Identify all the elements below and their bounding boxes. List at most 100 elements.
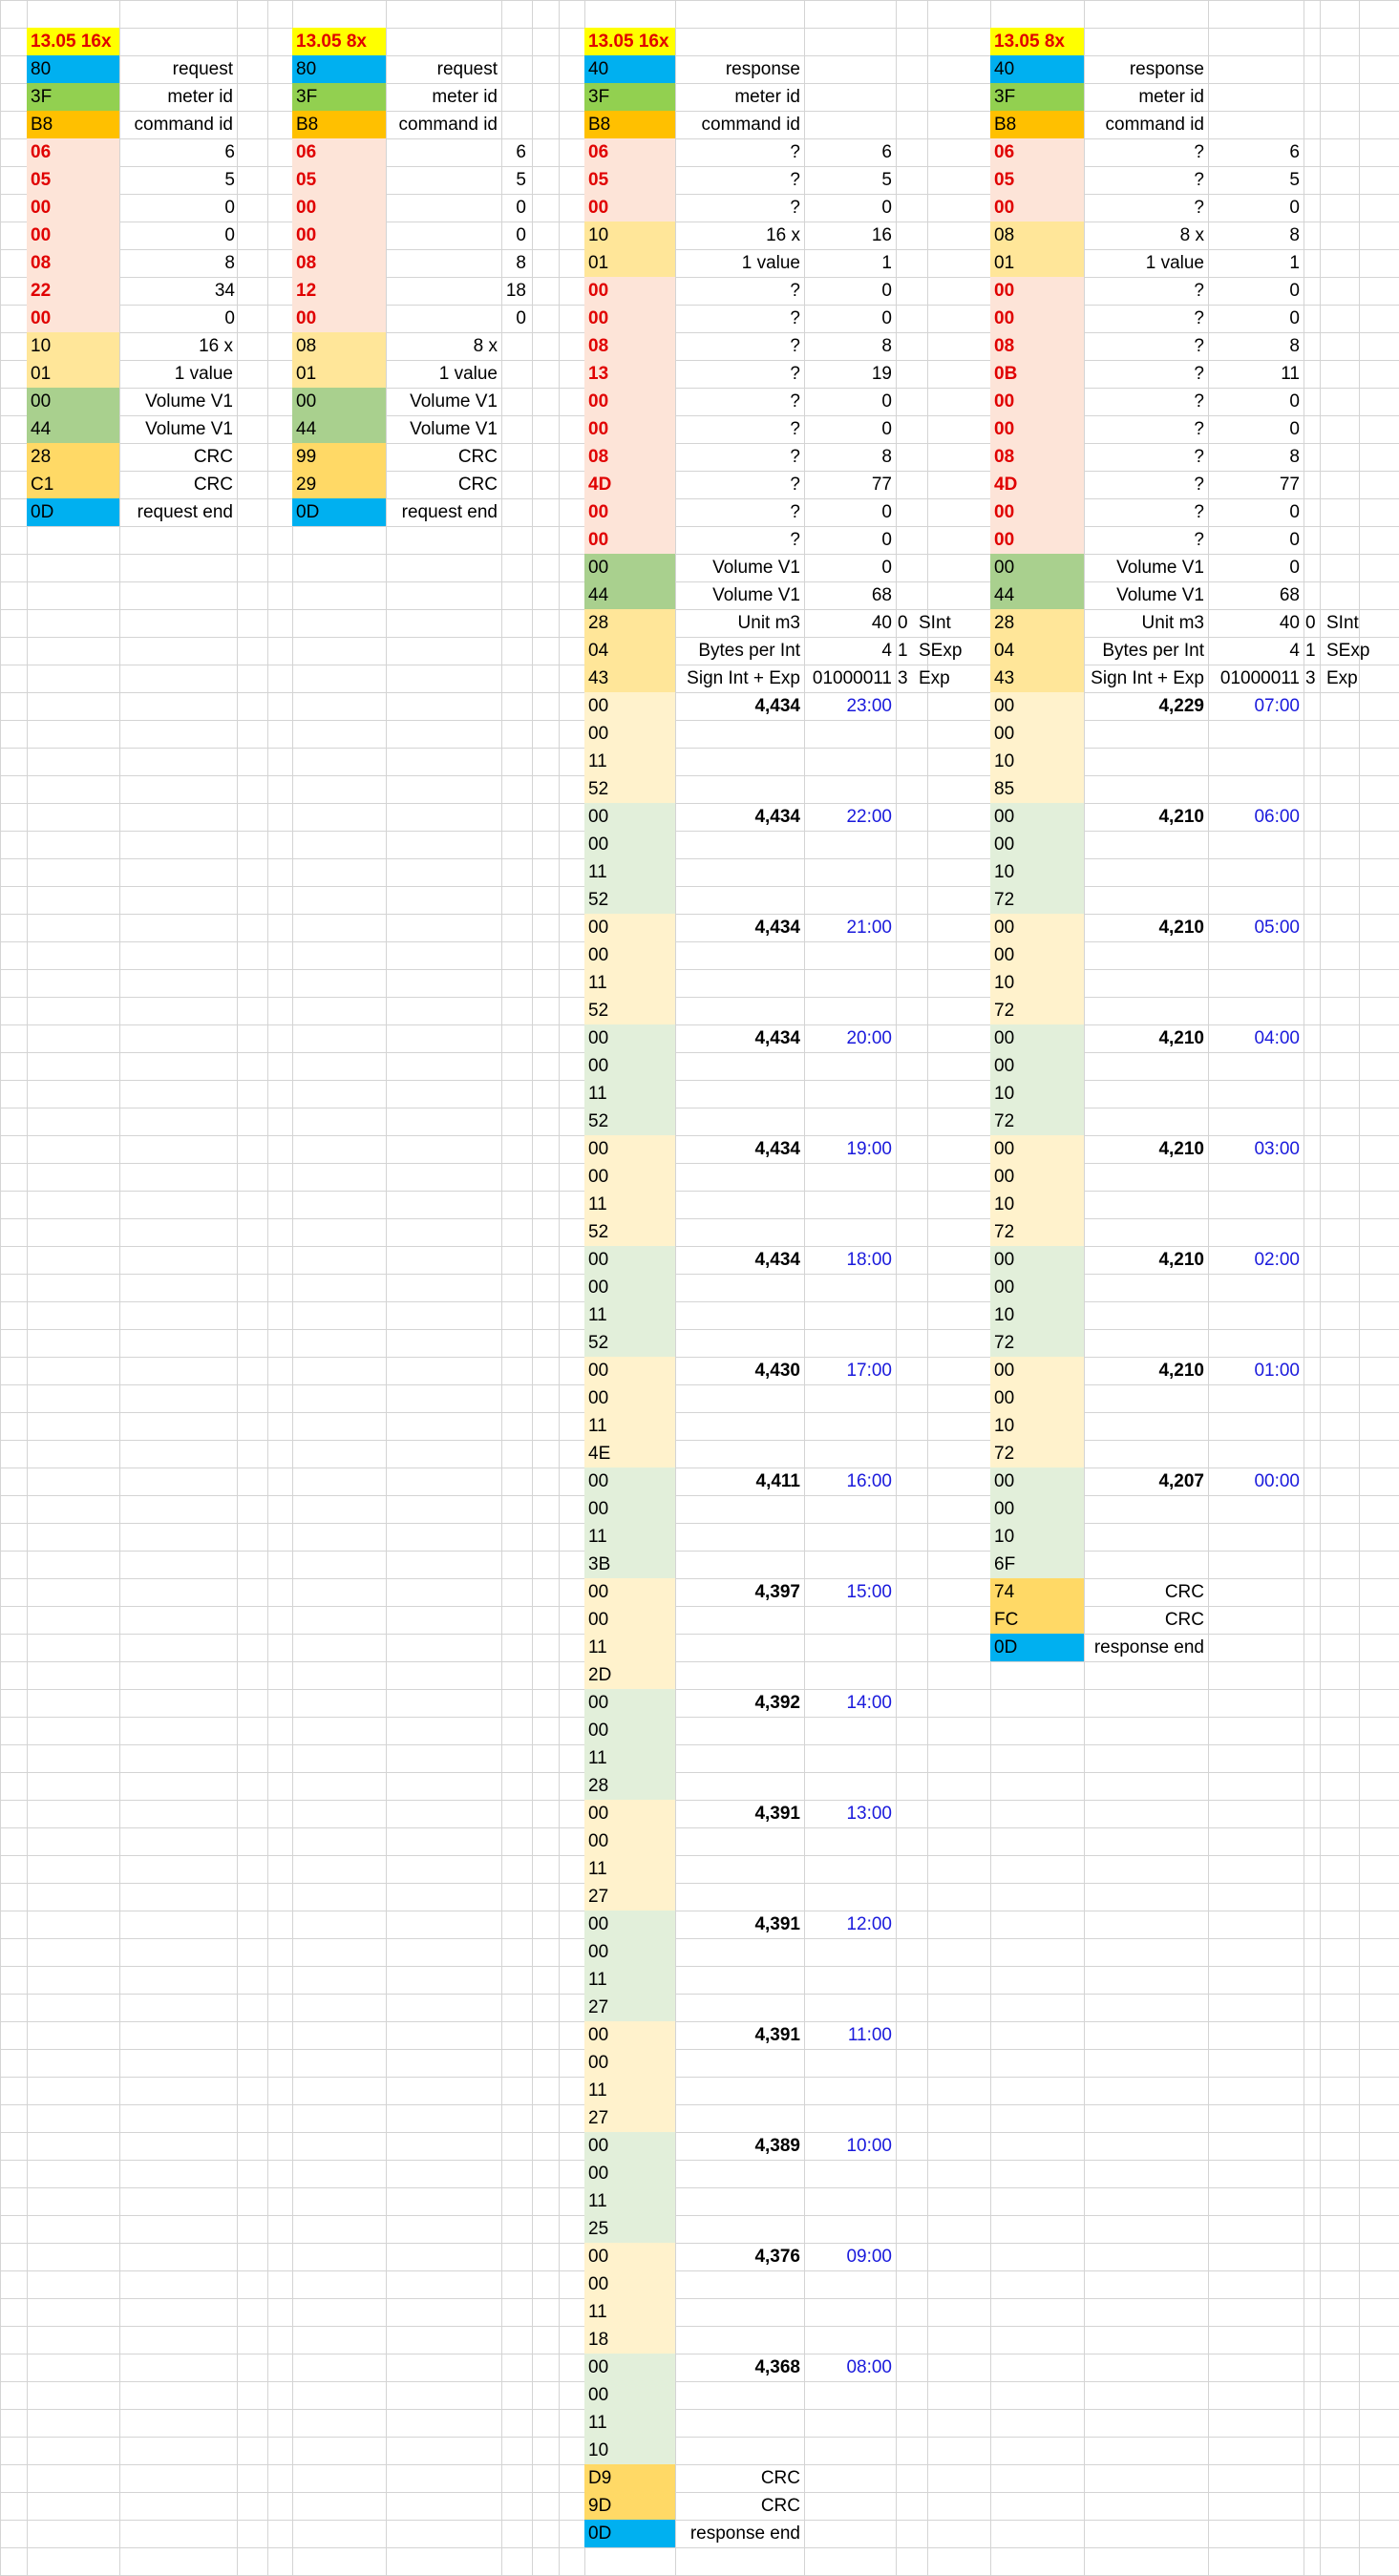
- field-label[interactable]: ?: [1084, 360, 1208, 388]
- hex-cell[interactable]: 27: [584, 1883, 675, 1911]
- field-value[interactable]: 0: [804, 498, 896, 526]
- field-value[interactable]: 5: [804, 166, 896, 194]
- hex-cell[interactable]: 00: [292, 194, 386, 222]
- hex-cell[interactable]: B8: [27, 111, 119, 138]
- field-label[interactable]: request end: [119, 498, 237, 526]
- hex-cell[interactable]: 11: [584, 2187, 675, 2215]
- field-value[interactable]: 6: [1208, 138, 1304, 166]
- field-label[interactable]: ?: [1084, 277, 1208, 305]
- hex-cell[interactable]: 72: [990, 1218, 1084, 1246]
- hex-cell[interactable]: 52: [584, 775, 675, 803]
- field-value[interactable]: 0: [804, 277, 896, 305]
- hex-cell[interactable]: 00: [584, 831, 675, 858]
- field-label[interactable]: ?: [1084, 388, 1208, 415]
- hex-cell[interactable]: 11: [584, 1744, 675, 1772]
- hex-cell[interactable]: 00: [584, 1052, 675, 1080]
- hex-cell[interactable]: 4D: [584, 471, 675, 498]
- hex-cell[interactable]: 00: [584, 2381, 675, 2409]
- field-value[interactable]: 8: [1208, 332, 1304, 360]
- field-value[interactable]: 0: [1208, 554, 1304, 581]
- hex-cell[interactable]: 11: [584, 858, 675, 886]
- hex-cell[interactable]: 9D: [584, 2492, 675, 2520]
- field-value[interactable]: 16: [804, 222, 896, 249]
- field-value[interactable]: 6: [386, 138, 530, 166]
- table-title[interactable]: 13.05 8x: [292, 28, 386, 55]
- field-value[interactable]: 68: [804, 581, 896, 609]
- hex-cell[interactable]: 08: [990, 222, 1084, 249]
- hex-cell[interactable]: 0D: [292, 498, 386, 526]
- hex-cell[interactable]: 0D: [584, 2520, 675, 2547]
- field-value[interactable]: 5: [119, 166, 239, 194]
- hex-cell[interactable]: 10: [990, 969, 1084, 997]
- hex-cell[interactable]: 12: [292, 277, 386, 305]
- hex-cell[interactable]: 11: [584, 2298, 675, 2326]
- interval-value[interactable]: 4,430: [675, 1357, 804, 1384]
- field-label[interactable]: request end: [386, 498, 501, 526]
- field-label[interactable]: Volume V1: [119, 388, 237, 415]
- hex-cell[interactable]: 00: [990, 1135, 1084, 1163]
- hex-cell[interactable]: 00: [990, 1467, 1084, 1495]
- field-label[interactable]: ?: [675, 305, 804, 332]
- format-type[interactable]: SExp: [915, 637, 982, 665]
- interval-hour[interactable]: 21:00: [804, 914, 896, 941]
- field-label[interactable]: CRC: [386, 471, 501, 498]
- field-label[interactable]: command id: [386, 111, 501, 138]
- field-value[interactable]: 0: [804, 415, 896, 443]
- hex-cell[interactable]: 72: [990, 886, 1084, 914]
- hex-cell[interactable]: 00: [584, 1135, 675, 1163]
- hex-cell[interactable]: 00: [990, 194, 1084, 222]
- interval-hour[interactable]: 04:00: [1208, 1024, 1304, 1052]
- hex-cell[interactable]: 00: [584, 1163, 675, 1191]
- hex-cell[interactable]: 05: [584, 166, 675, 194]
- field-label[interactable]: ?: [1084, 526, 1208, 554]
- field-label[interactable]: Volume V1: [119, 415, 237, 443]
- hex-cell[interactable]: 06: [990, 138, 1084, 166]
- interval-hour[interactable]: 06:00: [1208, 803, 1304, 831]
- hex-cell[interactable]: 11: [584, 1301, 675, 1329]
- interval-value[interactable]: 4,434: [675, 1246, 804, 1274]
- hex-cell[interactable]: 10: [990, 1191, 1084, 1218]
- hex-cell[interactable]: 00: [27, 305, 119, 332]
- field-label[interactable]: ?: [675, 388, 804, 415]
- field-label[interactable]: 1 value: [675, 249, 804, 277]
- interval-hour[interactable]: 03:00: [1208, 1135, 1304, 1163]
- hex-cell[interactable]: 28: [584, 1772, 675, 1800]
- hex-cell[interactable]: 00: [990, 1384, 1084, 1412]
- field-label[interactable]: response end: [1084, 1634, 1208, 1661]
- hex-cell[interactable]: 00: [584, 1578, 675, 1606]
- hex-cell[interactable]: 00: [990, 831, 1084, 858]
- hex-cell[interactable]: 40: [584, 55, 675, 83]
- field-label[interactable]: request: [386, 55, 501, 83]
- interval-value[interactable]: 4,397: [675, 1578, 804, 1606]
- hex-cell[interactable]: 72: [990, 1108, 1084, 1135]
- field-label[interactable]: ?: [675, 194, 804, 222]
- hex-cell[interactable]: 00: [584, 1024, 675, 1052]
- field-value[interactable]: 0: [1208, 277, 1304, 305]
- interval-hour[interactable]: 00:00: [1208, 1467, 1304, 1495]
- table-title[interactable]: 13.05 16x: [584, 28, 675, 55]
- interval-value[interactable]: 4,434: [675, 803, 804, 831]
- field-value[interactable]: 01000011: [1208, 665, 1304, 692]
- field-value[interactable]: 0: [1208, 415, 1304, 443]
- hex-cell[interactable]: 44: [292, 415, 386, 443]
- hex-cell[interactable]: 43: [584, 665, 675, 692]
- hex-cell[interactable]: 10: [584, 222, 675, 249]
- hex-cell[interactable]: 11: [584, 1523, 675, 1551]
- format-type[interactable]: SExp: [1323, 637, 1389, 665]
- field-value[interactable]: 0: [1208, 526, 1304, 554]
- field-value[interactable]: 0: [386, 194, 530, 222]
- field-value[interactable]: 40: [804, 609, 896, 637]
- field-label[interactable]: Bytes per Int: [675, 637, 804, 665]
- field-value[interactable]: 8: [1208, 443, 1304, 471]
- field-value[interactable]: 4: [1208, 637, 1304, 665]
- interval-value[interactable]: 4,391: [675, 1800, 804, 1827]
- hex-cell[interactable]: 00: [584, 1911, 675, 1938]
- hex-cell[interactable]: B8: [292, 111, 386, 138]
- field-label[interactable]: meter id: [675, 83, 804, 111]
- field-label[interactable]: ?: [1084, 332, 1208, 360]
- field-label[interactable]: response end: [675, 2520, 804, 2547]
- field-value[interactable]: 5: [386, 166, 530, 194]
- hex-cell[interactable]: 52: [584, 1329, 675, 1357]
- hex-cell[interactable]: 27: [584, 2104, 675, 2132]
- hex-cell[interactable]: 00: [584, 194, 675, 222]
